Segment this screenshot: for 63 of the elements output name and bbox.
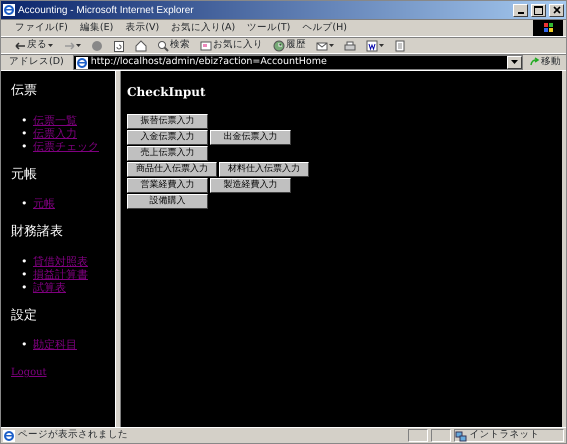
- bullet: •: [21, 268, 28, 281]
- window-title: Accounting - Microsoft Internet Explorer: [18, 4, 195, 18]
- document-icon: [366, 40, 378, 52]
- network-icon: [455, 430, 467, 442]
- bullet: •: [21, 254, 28, 268]
- menu-item[interactable]: ツール(T): [241, 20, 296, 36]
- go-button[interactable]: 移動: [526, 55, 564, 70]
- bullet: •: [21, 126, 28, 140]
- input-button[interactable]: 製造経費入力: [210, 178, 291, 193]
- windows-logo-icon: [533, 20, 563, 36]
- bullet: •: [21, 338, 28, 352]
- caret-icon: [76, 44, 81, 48]
- folder-icon: [200, 40, 212, 52]
- caret-icon: [48, 44, 53, 48]
- bullet: •: [21, 140, 28, 153]
- input-button[interactable]: 設備購入: [127, 194, 208, 209]
- bullet: •: [21, 280, 28, 294]
- ie-icon: [3, 4, 15, 16]
- toolbar-label[interactable]: 履歴: [286, 38, 306, 53]
- input-button[interactable]: 営業経費入力: [127, 178, 208, 193]
- maximize-icon: [534, 6, 543, 15]
- section-heading: 元帳: [11, 166, 38, 182]
- menu-item[interactable]: ファイル(F): [9, 20, 74, 36]
- input-button[interactable]: 売上伝票入力: [127, 146, 208, 161]
- page-heading: CheckInput: [127, 84, 207, 101]
- section-heading: 伝票: [11, 83, 38, 99]
- input-button[interactable]: 出金伝票入力: [210, 130, 291, 145]
- maximize-button[interactable]: [531, 4, 546, 16]
- zone-text: イントラネット: [470, 428, 540, 442]
- minimize-button[interactable]: [513, 4, 528, 16]
- address-field[interactable]: http://localhost/admin/ebiz?action=AccountHome: [72, 55, 523, 70]
- back-arrow-icon: [14, 40, 26, 52]
- status-text: ページが表示されました: [18, 428, 129, 442]
- caret-icon: [379, 44, 384, 48]
- close-icon: [552, 6, 560, 14]
- envelope-icon: [316, 40, 328, 52]
- dropdown-button[interactable]: [507, 56, 522, 69]
- menu-item[interactable]: 編集(E): [74, 20, 120, 36]
- circle-icon: [91, 40, 103, 52]
- ie-icon: [76, 56, 88, 68]
- input-button[interactable]: 入金伝票入力: [127, 130, 208, 145]
- printer-icon: [344, 40, 356, 52]
- home-icon: [135, 40, 147, 52]
- search-icon: [157, 40, 169, 52]
- bullet: •: [21, 114, 28, 127]
- menu-item[interactable]: お気に入り(A): [165, 20, 242, 36]
- menu-item[interactable]: 表示(V): [119, 20, 166, 36]
- menu-item[interactable]: ヘルプ(H): [296, 20, 353, 36]
- caret-icon: [511, 60, 518, 64]
- input-button[interactable]: 材料仕入伝票入力: [219, 162, 309, 177]
- close-button[interactable]: [549, 4, 564, 16]
- section-heading: 財務諸表: [11, 224, 64, 240]
- caret-icon: [329, 44, 334, 48]
- input-button[interactable]: 商品仕入伝票入力: [127, 162, 217, 177]
- arrow-icon: [529, 57, 540, 68]
- forward-arrow-icon: [63, 40, 75, 52]
- toolbar-label[interactable]: お気に入り: [213, 38, 263, 53]
- section-heading: 設定: [11, 308, 38, 324]
- bullet: •: [21, 197, 28, 210]
- toolbar-label[interactable]: 戻る: [27, 38, 47, 53]
- input-button[interactable]: 振替伝票入力: [127, 114, 208, 129]
- address-label: アドレス(D): [8, 55, 65, 70]
- toolbar-label[interactable]: 検索: [170, 38, 190, 53]
